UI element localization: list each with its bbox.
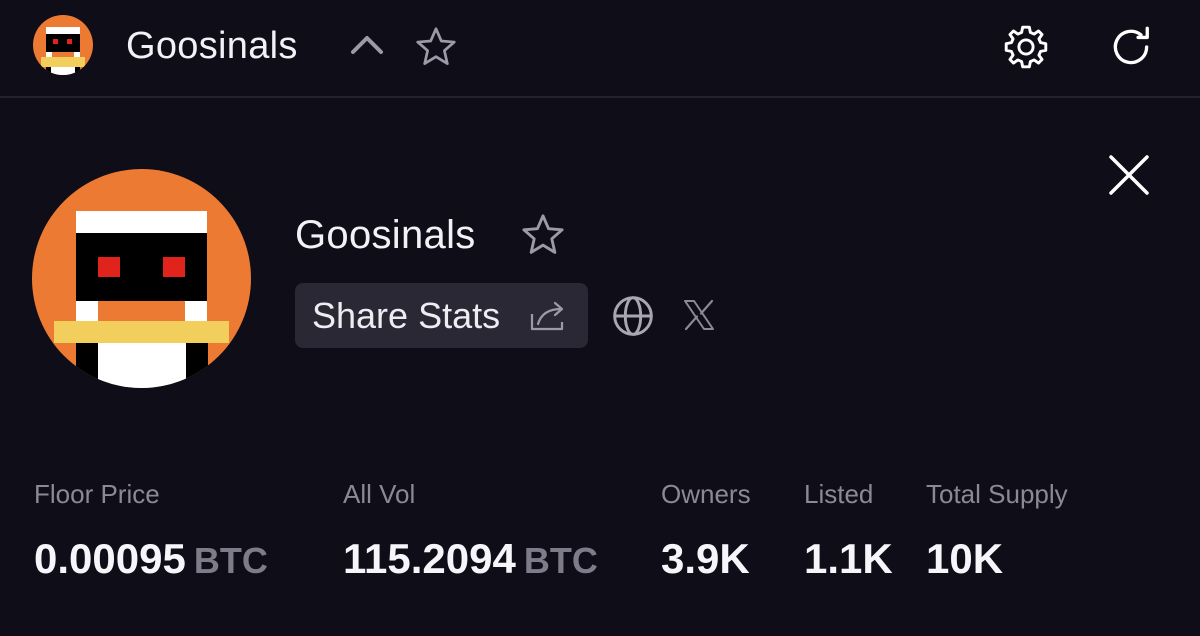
chevron-up-icon[interactable] [350, 30, 384, 60]
collection-title: Goosinals [126, 25, 298, 67]
stat-unit: BTC [523, 540, 598, 581]
share-stats-button[interactable]: Share Stats [295, 283, 588, 348]
stat-listed: Listed 1.1K [804, 478, 893, 584]
stat-all-vol: All Vol 115.2094 BTC [343, 478, 598, 584]
close-icon[interactable] [1106, 152, 1152, 198]
collection-name: Goosinals [295, 213, 476, 257]
stat-label: All Vol [343, 479, 416, 509]
collection-avatar-small [33, 15, 93, 75]
collection-avatar [32, 169, 251, 388]
gear-icon[interactable] [1001, 22, 1051, 72]
x-logo-icon[interactable] [682, 298, 716, 332]
stat-unit: BTC [193, 540, 268, 581]
stat-label: Owners [661, 479, 751, 509]
stat-label: Listed [804, 479, 874, 509]
stat-owners: Owners 3.9K [661, 478, 751, 584]
globe-icon[interactable] [611, 294, 655, 338]
refresh-icon[interactable] [1106, 22, 1156, 72]
stat-value: 115.2094 [343, 535, 516, 582]
stat-value: 0.00095 [34, 535, 186, 582]
stat-value: 10K [926, 535, 1004, 582]
favorite-star-icon[interactable] [414, 26, 458, 68]
stat-label: Floor Price [34, 479, 160, 509]
top-bar: Goosinals [0, 0, 1200, 98]
stat-label: Total Supply [926, 479, 1068, 509]
favorite-star-icon[interactable] [520, 213, 566, 257]
stat-total-supply: Total Supply 10K [926, 478, 1068, 584]
stat-value: 1.1K [804, 535, 893, 582]
share-stats-label: Share Stats [312, 295, 501, 336]
stat-floor-price: Floor Price 0.00095 BTC [34, 478, 268, 584]
stat-value: 3.9K [661, 535, 750, 582]
share-icon [529, 300, 567, 332]
